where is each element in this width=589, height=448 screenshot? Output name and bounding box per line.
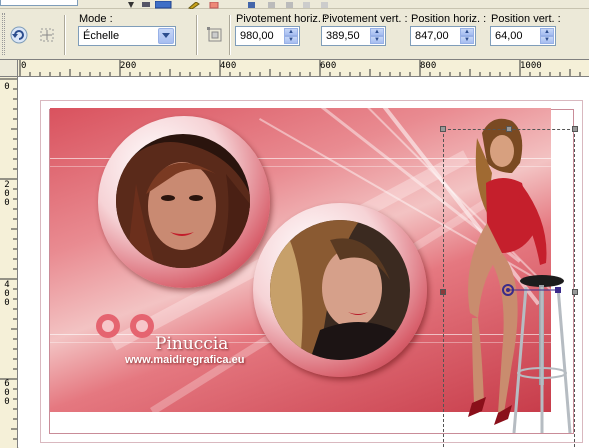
separator [64,15,66,55]
ruler-label: 200 [120,61,137,71]
pivot-v-label: Pivotement vert. : [322,13,408,25]
pos-h-label: Position horiz. : [411,13,487,25]
website-text: www.maidiregrafica.eu [125,354,245,366]
tool-icon[interactable] [318,0,332,8]
ruler-label: 600 [320,61,337,71]
ruler-label: 400 [220,61,237,71]
resize-handle[interactable] [572,126,578,132]
undo-arrow-icon[interactable] [8,24,30,46]
spinner-arrows-icon[interactable]: ▲ ▼ [460,28,474,44]
tool-icon[interactable] [283,0,297,8]
ruler-label: 1000 [520,61,542,71]
toolbar-grip[interactable] [2,13,5,55]
pivot-h-label: Pivotement horiz. : [236,13,328,25]
tool-options-bar: Mode : Échelle Pivotement horiz. : 980,0… [0,9,589,59]
pivot-v-field[interactable]: 389,50 ▲ ▼ [321,26,386,46]
pos-v-label: Position vert. : [491,13,561,25]
spinner-arrows-icon[interactable]: ▲ ▼ [284,28,298,44]
play-icon[interactable] [124,0,138,8]
pos-v-value: 64,00 [495,30,523,42]
spinner-arrows-icon[interactable]: ▲ ▼ [370,28,384,44]
rotation-pivot-icon[interactable] [502,283,562,297]
pos-h-value: 847,00 [415,30,449,42]
spinner-arrows-icon[interactable]: ▲ ▼ [540,28,554,44]
portrait-face-2 [270,220,410,360]
resize-handle[interactable] [440,126,446,132]
text-tool-icon[interactable] [140,0,154,7]
portrait-face-1 [116,134,250,268]
mode-label: Mode : [79,13,113,25]
ruler-label: 400 [4,280,10,308]
pivot-h-field[interactable]: 980,00 ▲ ▼ [235,26,300,46]
eraser-tool-icon[interactable] [208,0,222,9]
separator [229,15,231,55]
signature-text: Pinuccia [155,334,229,354]
mode-select[interactable]: Échelle [78,26,176,46]
resize-handle[interactable] [506,126,512,132]
vertical-ruler[interactable]: 0 200 400 600 [0,77,18,448]
ruler-label: 0 [4,82,10,92]
ruler-corner [0,60,18,77]
workspace: 0 200 400 600 800 1000 0 200 400 600 Pin… [0,59,589,448]
pivot-h-value: 980,00 [240,30,274,42]
mode-select-value: Échelle [83,30,120,42]
tool-icon[interactable] [300,0,314,8]
crop-tool-icon[interactable] [265,0,279,8]
transform-icon[interactable] [204,24,226,46]
top-toolbar [0,0,589,10]
separator [196,15,198,55]
selection-icon[interactable] [36,24,58,46]
pos-h-field[interactable]: 847,00 ▲ ▼ [410,26,476,46]
resize-handle[interactable] [440,289,446,295]
horizontal-ruler[interactable]: 0 200 400 600 800 1000 [18,60,589,77]
pos-v-field[interactable]: 64,00 ▲ ▼ [490,26,556,46]
pivot-v-value: 389,50 [326,30,360,42]
ruler-label: 200 [4,180,10,208]
canvas-area[interactable]: Pinuccia www.maidiregrafica.eu [19,78,589,448]
flower-ornament-icon [96,314,154,338]
selected-tool-icon[interactable] [154,0,172,9]
top-toolbar-field[interactable] [0,0,78,6]
dropdown-arrow-icon[interactable] [158,28,174,44]
shape-tool-icon[interactable] [245,0,259,8]
resize-handle[interactable] [572,289,578,295]
ruler-ticks [19,60,581,76]
pen-tool-icon[interactable] [188,0,202,10]
ruler-label: 0 [21,61,27,71]
ruler-label: 600 [4,379,10,407]
ruler-label: 800 [420,61,437,71]
